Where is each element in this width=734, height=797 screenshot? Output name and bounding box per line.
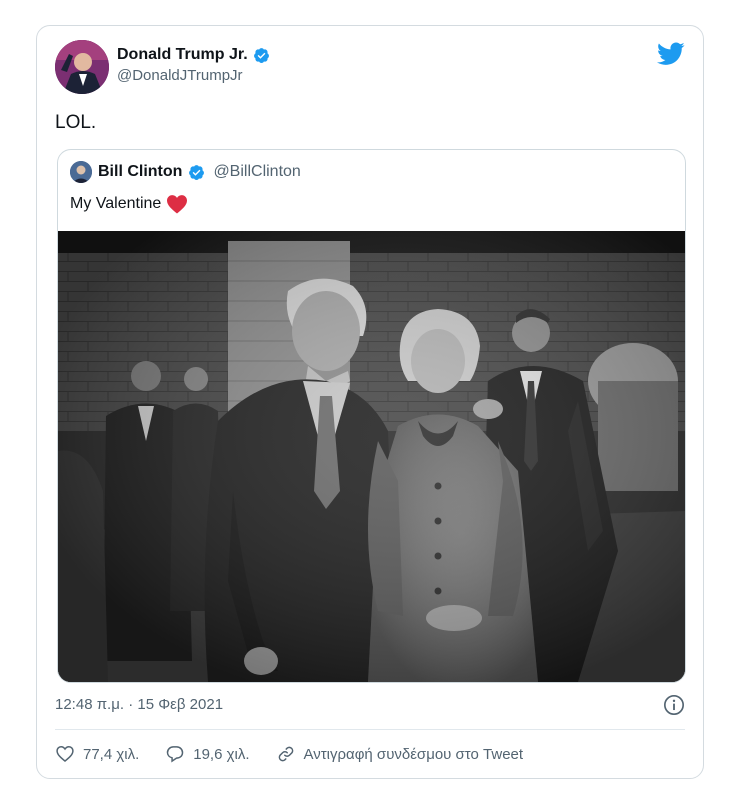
heart-icon	[56, 745, 74, 763]
verified-badge-icon	[189, 164, 205, 180]
copy-link-label: Αντιγραφή συνδέσμου στο Tweet	[303, 745, 524, 763]
tweet-text: LOL.	[55, 112, 97, 133]
quoted-text: My Valentine	[70, 195, 162, 212]
quoted-text-row: My Valentine	[70, 194, 188, 214]
link-icon	[278, 746, 293, 762]
copy-link-button[interactable]: Αντιγραφή συνδέσμου στο Tweet	[276, 744, 524, 764]
tweet-card: Donald Trump Jr. @DonaldJTrumpJr LOL. Bi…	[36, 25, 704, 779]
author-handle[interactable]: @DonaldJTrumpJr	[117, 67, 270, 84]
reply-count: 19,6 χιλ.	[193, 745, 250, 763]
author-info: Donald Trump Jr. @DonaldJTrumpJr	[117, 46, 270, 84]
like-button[interactable]: 77,4 χιλ.	[55, 744, 139, 764]
info-icon[interactable]	[663, 694, 685, 716]
divider	[55, 729, 685, 730]
heart-emoji-icon	[167, 195, 188, 214]
quoted-author-handle[interactable]: @BillClinton	[213, 163, 300, 181]
action-bar: 77,4 χιλ. 19,6 χιλ. Αντιγραφή συνδέσμου …	[55, 744, 549, 764]
verified-badge-icon	[253, 47, 269, 63]
quoted-header: Bill Clinton @BillClinton	[70, 161, 301, 183]
quoted-avatar[interactable]	[70, 161, 92, 183]
author-name[interactable]: Donald Trump Jr.	[117, 46, 248, 64]
tweet-timestamp[interactable]: 12:48 π.μ. · 15 Φεβ 2021	[55, 696, 223, 713]
like-count: 77,4 χιλ.	[83, 745, 140, 763]
reply-icon	[166, 746, 184, 763]
quoted-photo[interactable]	[58, 231, 685, 682]
quoted-tweet[interactable]: Bill Clinton @BillClinton My Valentine	[57, 149, 686, 683]
twitter-bird-icon[interactable]	[657, 42, 685, 66]
quoted-author-name[interactable]: Bill Clinton	[98, 163, 182, 181]
tweet-header: Donald Trump Jr. @DonaldJTrumpJr	[55, 40, 687, 94]
author-avatar[interactable]	[55, 40, 109, 94]
reply-button[interactable]: 19,6 χιλ.	[165, 744, 250, 764]
